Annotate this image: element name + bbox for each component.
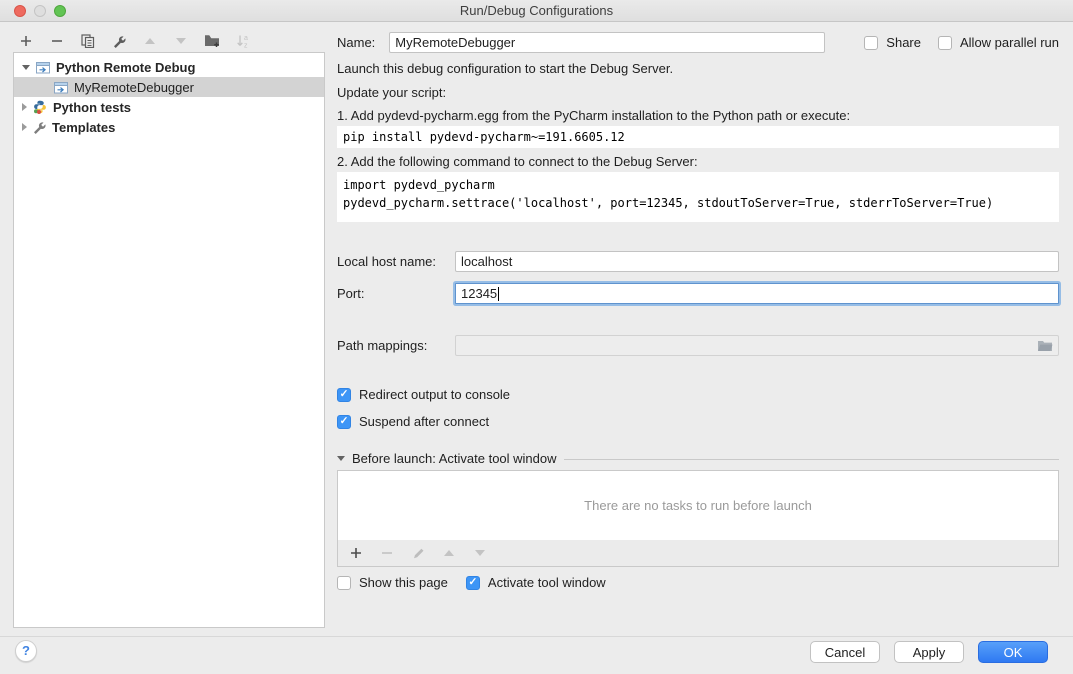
svg-text:z: z xyxy=(244,43,248,49)
settrace-code-block: import pydevd_pycharm pydevd_pycharm.set… xyxy=(337,172,1059,222)
dialog-buttons: Cancel Apply OK xyxy=(810,641,1048,663)
before-launch-task-list[interactable]: There are no tasks to run before launch xyxy=(337,470,1059,541)
port-input[interactable]: 12345 xyxy=(455,283,1059,304)
local-host-input[interactable] xyxy=(455,251,1059,272)
minimize-window-button xyxy=(34,5,46,17)
chevron-right-icon[interactable] xyxy=(22,123,27,131)
suspend-after-connect-label: Suspend after connect xyxy=(359,414,489,429)
remove-icon[interactable] xyxy=(49,33,65,49)
sort-alphabetically-icon: a z xyxy=(235,33,251,49)
text-caret xyxy=(498,287,499,301)
before-launch-title: Before launch: Activate tool window xyxy=(352,451,557,466)
move-down-icon xyxy=(173,33,189,49)
code-line-2: pydevd_pycharm.settrace('localhost', por… xyxy=(343,194,1053,212)
configurations-toolbar: a z xyxy=(18,31,251,51)
tree-item-label: Python tests xyxy=(53,100,131,115)
python-tests-icon xyxy=(33,100,47,114)
port-row: Port: 12345 xyxy=(337,283,1059,304)
help-button[interactable]: ? xyxy=(15,640,37,662)
zoom-window-button[interactable] xyxy=(54,5,66,17)
tree-item-label: Python Remote Debug xyxy=(56,60,195,75)
tree-item-label: MyRemoteDebugger xyxy=(74,80,194,95)
local-host-row: Local host name: xyxy=(337,251,1059,272)
name-input[interactable] xyxy=(389,32,825,53)
redirect-output-checkbox[interactable]: ✓ xyxy=(337,388,351,402)
share-checkbox[interactable] xyxy=(864,36,878,50)
show-this-page-checkbox[interactable] xyxy=(337,576,351,590)
code-line-1: import pydevd_pycharm xyxy=(343,176,1053,194)
path-mappings-row: Path mappings: xyxy=(337,335,1059,356)
window-title: Run/Debug Configurations xyxy=(0,0,1073,21)
browse-folder-icon[interactable] xyxy=(1037,340,1053,352)
suspend-after-connect-checkbox[interactable]: ✓ xyxy=(337,415,351,429)
step2-text: 2. Add the following command to connect … xyxy=(337,154,1059,169)
allow-parallel-run-checkbox[interactable] xyxy=(938,36,952,50)
svg-text:a: a xyxy=(244,35,248,42)
close-window-button[interactable] xyxy=(14,5,26,17)
add-icon[interactable] xyxy=(18,33,34,49)
before-launch-header[interactable]: Before launch: Activate tool window xyxy=(337,451,1059,466)
allow-parallel-run-checkbox-group[interactable]: Allow parallel run xyxy=(938,35,1059,50)
local-host-label: Local host name: xyxy=(337,254,455,269)
pip-command-text: pip install pydevd-pycharm~=191.6605.12 xyxy=(337,130,625,144)
redirect-output-row[interactable]: ✓ Redirect output to console xyxy=(337,387,1059,402)
chevron-right-icon[interactable] xyxy=(22,103,27,111)
move-up-icon xyxy=(142,33,158,49)
apply-button[interactable]: Apply xyxy=(894,641,964,663)
wrench-icon xyxy=(33,121,46,134)
remote-debug-icon xyxy=(54,81,68,94)
edit-defaults-wrench-icon[interactable] xyxy=(111,33,127,49)
new-folder-icon[interactable] xyxy=(204,33,220,49)
section-divider xyxy=(564,459,1059,460)
move-task-up-icon xyxy=(441,545,457,561)
path-mappings-label: Path mappings: xyxy=(337,338,455,353)
activate-tool-window-label: Activate tool window xyxy=(488,575,606,590)
chevron-down-icon[interactable] xyxy=(22,65,30,70)
suspend-after-connect-row[interactable]: ✓ Suspend after connect xyxy=(337,414,1059,429)
move-task-down-icon xyxy=(472,545,488,561)
window-titlebar: Run/Debug Configurations xyxy=(0,0,1073,22)
traffic-lights xyxy=(14,5,66,17)
collapse-section-icon[interactable] xyxy=(337,456,345,461)
pip-command-block: pip install pydevd-pycharm~=191.6605.12 xyxy=(337,126,1059,148)
tree-item-label: Templates xyxy=(52,120,115,135)
footer-divider xyxy=(0,636,1073,637)
redirect-output-label: Redirect output to console xyxy=(359,387,510,402)
tree-item-templates[interactable]: Templates xyxy=(14,117,324,137)
port-label: Port: xyxy=(337,286,455,301)
tree-item-myremotedebugger[interactable]: MyRemoteDebugger xyxy=(14,77,324,97)
tree-item-python-tests[interactable]: Python tests xyxy=(14,97,324,117)
show-this-page-label: Show this page xyxy=(359,575,448,590)
share-checkbox-group[interactable]: Share xyxy=(864,35,921,50)
cancel-button[interactable]: Cancel xyxy=(810,641,880,663)
step1-text: 1. Add pydevd-pycharm.egg from the PyCha… xyxy=(337,108,1059,123)
remove-task-icon xyxy=(379,545,395,561)
allow-parallel-run-label: Allow parallel run xyxy=(960,35,1059,50)
name-row: Name: Share Allow parallel run xyxy=(337,32,1059,53)
intro-line-1: Launch this debug configuration to start… xyxy=(337,61,1059,76)
page-options-row: Show this page ✓ Activate tool window xyxy=(337,575,1059,590)
remote-debug-icon xyxy=(36,61,50,74)
share-label: Share xyxy=(886,35,921,50)
before-launch-toolbar xyxy=(337,540,1059,567)
configurations-tree: Python Remote Debug MyRemoteDebugger Pyt… xyxy=(13,52,325,628)
add-task-icon[interactable] xyxy=(348,545,364,561)
edit-task-pencil-icon xyxy=(410,545,426,561)
path-mappings-input[interactable] xyxy=(455,335,1059,356)
ok-button[interactable]: OK xyxy=(978,641,1048,663)
activate-tool-window-checkbox[interactable]: ✓ xyxy=(466,576,480,590)
copy-icon[interactable] xyxy=(80,33,96,49)
name-label: Name: xyxy=(337,35,375,50)
intro-line-2: Update your script: xyxy=(337,85,1059,100)
tree-item-python-remote-debug[interactable]: Python Remote Debug xyxy=(14,57,324,77)
empty-task-list-text: There are no tasks to run before launch xyxy=(584,498,812,513)
port-value: 12345 xyxy=(461,286,497,301)
